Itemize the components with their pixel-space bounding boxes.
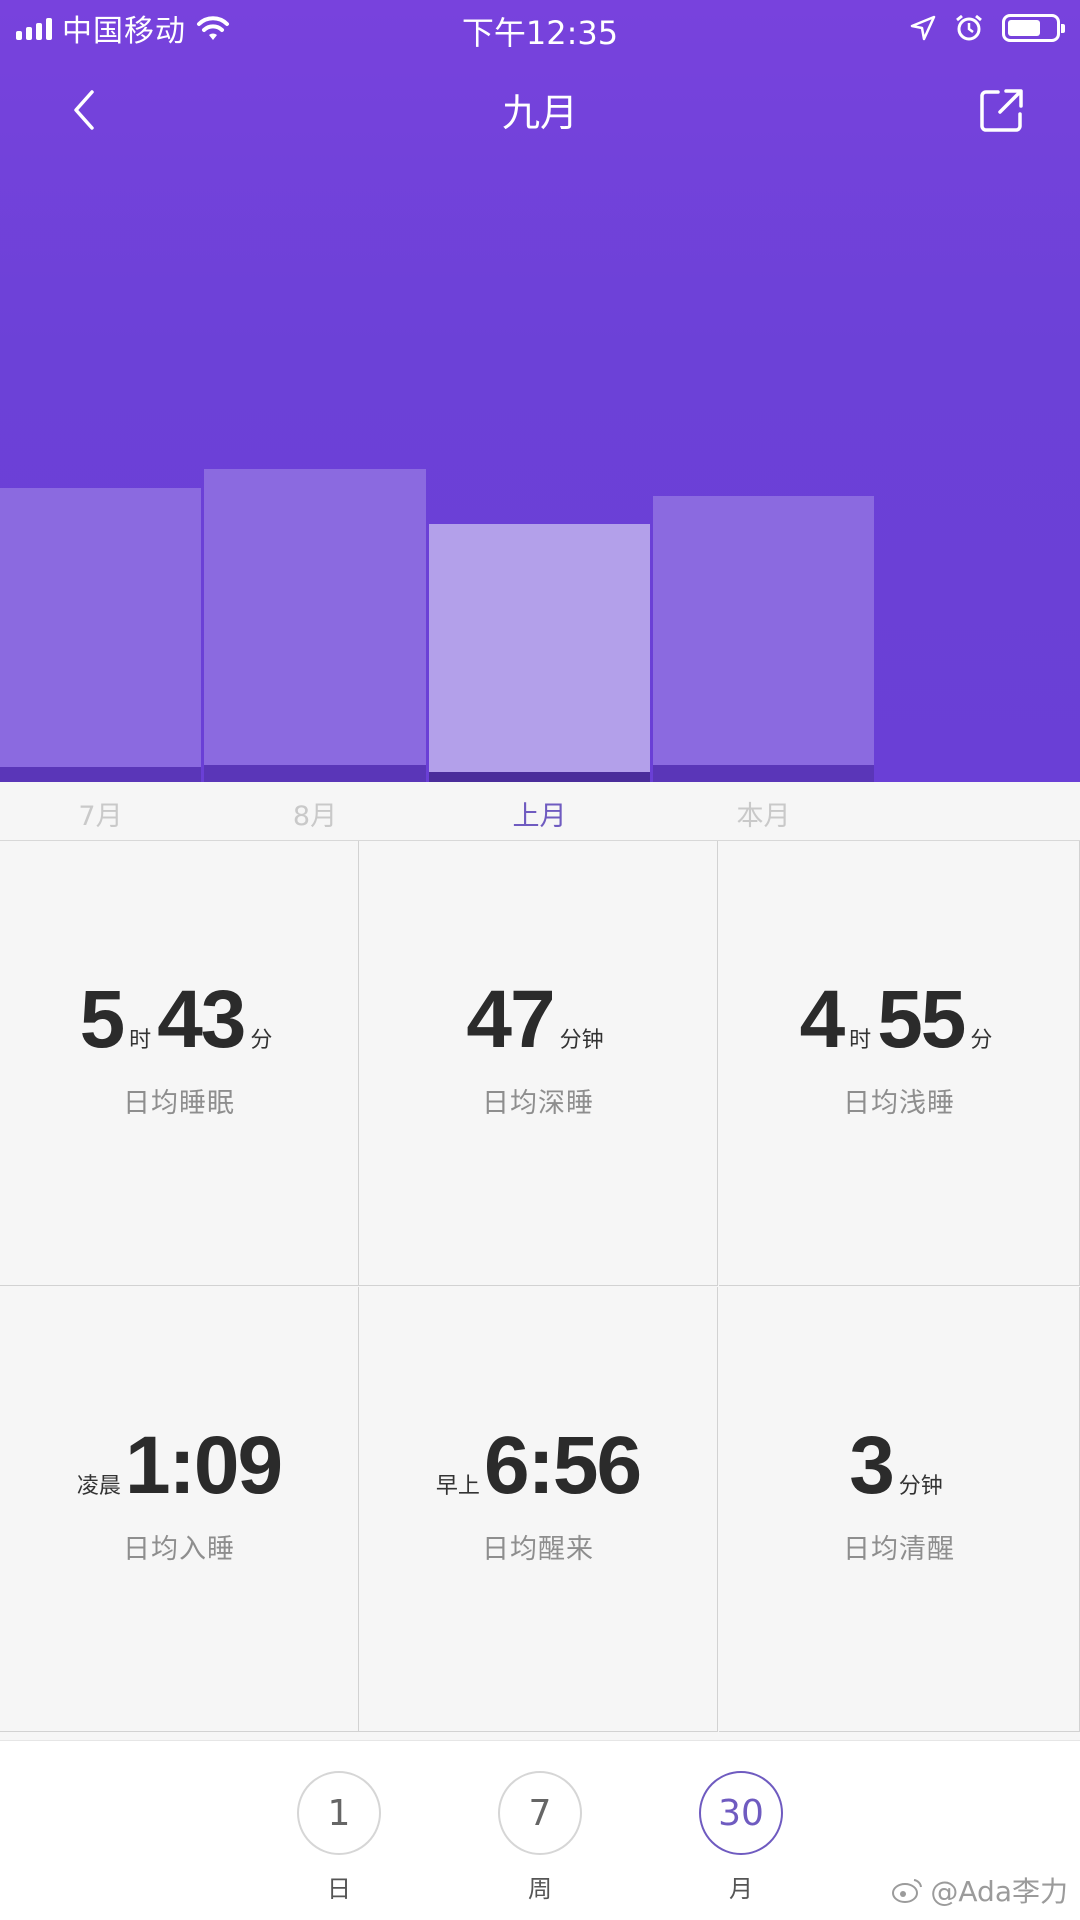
period-selector: 1 日 7 周 30 月 @Ada李力 [0, 1740, 1080, 1920]
stat-number: 5 [79, 974, 126, 1065]
stat-label: 日均深睡 [482, 1088, 594, 1119]
stat-cell: 47 分钟日均深睡 [359, 841, 718, 1286]
stat-number: 47 [466, 974, 555, 1065]
stat-cell: 3 分钟日均清醒 [719, 1287, 1080, 1732]
stat-prefix: 早上 [435, 1474, 480, 1499]
chart-bar[interactable] [429, 523, 650, 782]
stat-unit: 分钟 [898, 1474, 943, 1499]
battery-icon [1002, 14, 1065, 42]
stat-number: 43 [157, 974, 246, 1065]
stat-cell: 4 时55 分日均浅睡 [719, 841, 1080, 1286]
nav-bar: 九月 [0, 72, 1080, 148]
share-icon [980, 89, 1023, 132]
chart-bar[interactable] [653, 496, 874, 782]
weibo-icon [892, 1879, 923, 1903]
stat-unit: 分 [250, 1028, 273, 1053]
month-label[interactable]: 8月 [225, 794, 405, 833]
stat-value: 凌晨1:09 [0, 1419, 358, 1513]
period-option[interactable]: 30 月 [681, 1771, 801, 1904]
stat-cell: 早上6:56 日均醒来 [359, 1287, 718, 1732]
stat-label: 日均醒来 [482, 1534, 594, 1565]
stat-number: 55 [877, 974, 966, 1065]
period-number: 30 [699, 1771, 783, 1855]
stat-unit: 分 [970, 1028, 993, 1053]
stat-value: 4 时55 分 [719, 973, 1079, 1067]
stat-cell: 5 时43 分日均睡眠 [0, 841, 359, 1286]
chart-bar-segment [429, 771, 650, 782]
stat-number: 3 [849, 1420, 895, 1511]
month-label[interactable]: 本月 [674, 794, 854, 833]
stat-cell: 凌晨1:09 日均入睡 [0, 1287, 359, 1732]
month-label[interactable]: 上月 [450, 794, 630, 833]
alarm-icon [956, 14, 982, 41]
period-label: 周 [528, 1875, 552, 1903]
stat-prefix: 凌晨 [76, 1474, 121, 1499]
period-option[interactable]: 7周 [480, 1771, 600, 1904]
stat-unit: 时 [849, 1028, 872, 1053]
stat-label: 日均清醒 [843, 1534, 955, 1565]
stat-value: 47 分钟 [359, 973, 717, 1067]
stat-label: 日均睡眠 [123, 1088, 235, 1119]
stat-value: 3 分钟 [719, 1419, 1079, 1513]
period-label: 日 [327, 1875, 351, 1903]
status-bar: 中国移动 下午12:35 [0, 0, 1080, 56]
chart-bar-segment [653, 764, 874, 782]
chart-bar[interactable] [204, 469, 426, 782]
chart-bar[interactable] [0, 487, 201, 782]
stat-number: 1:09 [124, 1420, 283, 1511]
location-arrow-icon [910, 15, 936, 41]
sleep-chart-header: 中国移动 下午12:35 九月 [0, 0, 1080, 782]
period-number: 1 [297, 1771, 381, 1855]
stats-grid: 5 时43 分日均睡眠 47 分钟 日均深睡 4 时55 分日均浅睡 凌晨1:09 日均入睡 早上6:… [0, 841, 1080, 1732]
stat-unit: 时 [129, 1028, 152, 1053]
status-right [910, 10, 1065, 46]
stat-unit: 分钟 [559, 1028, 604, 1053]
watermark: @Ada李力 [890, 1870, 1068, 1910]
page-title: 九月 [501, 91, 578, 135]
chart-bar-segment [429, 523, 650, 772]
chart-bar-segment [204, 764, 426, 782]
month-selector: 7月 8月 上月 本月 [0, 782, 1080, 841]
stat-label: 日均浅睡 [843, 1088, 955, 1119]
period-label: 月 [729, 1875, 753, 1903]
stat-number: 6:56 [483, 1420, 642, 1511]
chart-bar-segment [653, 496, 874, 765]
stat-value: 5 时43 分 [0, 973, 358, 1067]
period-number: 7 [498, 1771, 582, 1855]
chart-bar-segment [0, 766, 201, 782]
chart-bar-segment [204, 469, 426, 765]
chart-bar-segment [0, 487, 201, 767]
share-button[interactable] [976, 84, 1028, 136]
period-option[interactable]: 1日 [279, 1771, 399, 1904]
watermark-text: @Ada李力 [930, 1875, 1068, 1908]
stat-value: 早上6:56 [359, 1419, 717, 1513]
month-label[interactable]: 7月 [11, 794, 191, 833]
stat-number: 4 [799, 974, 846, 1065]
stat-label: 日均入睡 [123, 1534, 235, 1565]
